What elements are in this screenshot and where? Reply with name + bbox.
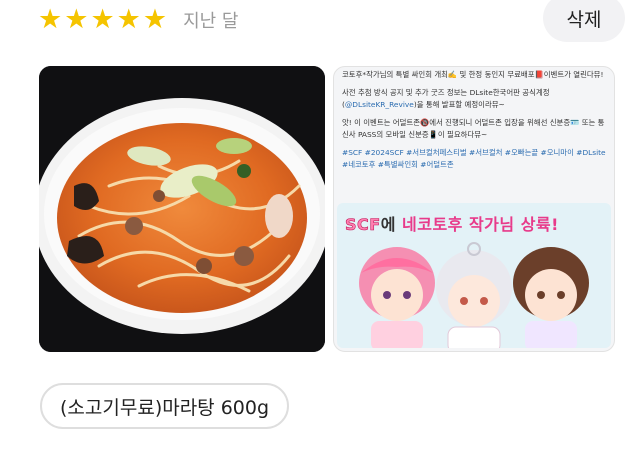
star-icon: ★: [116, 4, 141, 35]
promo-hashtags: #SCF #2024SCF #서브컬처페스티벌 #서브컬처 #오빠는끝 #오니마…: [342, 148, 606, 169]
menu-item-chip[interactable]: (소고기무료)마라탕 600g: [40, 383, 290, 429]
star-icon: ★: [142, 4, 168, 35]
star-icon: ★: [38, 4, 63, 35]
malatang-image: [39, 66, 325, 352]
delete-button[interactable]: 삭제: [543, 0, 625, 42]
review-photo-food[interactable]: [39, 66, 325, 352]
review-date: 지난 달: [183, 10, 239, 32]
promo-banner: SCF에 네코토후 작가님 상륙!: [337, 203, 611, 348]
review-photo-promo[interactable]: 코토후*작가님의 특별 싸인회 개최✍️ 및 한정 동인지 무료배포📕이벤트가 …: [333, 66, 615, 352]
star-rating: ★ ★ ★ ★ ★ 지난 달: [38, 6, 239, 33]
star-icon: ★: [64, 4, 89, 35]
star-icon: ★: [90, 4, 115, 35]
banner-title: SCF에 네코토후 작가님 상륙!: [345, 215, 559, 235]
promo-text: 코토후*작가님의 특별 싸인회 개최✍️ 및 한정 동인지 무료배포📕이벤트가 …: [342, 69, 610, 177]
